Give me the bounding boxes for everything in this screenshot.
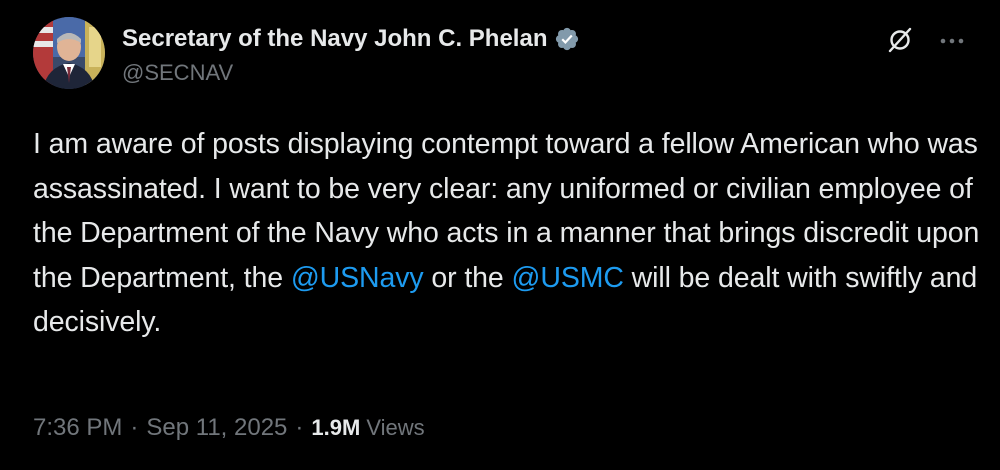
avatar-image bbox=[33, 17, 105, 89]
views-label: Views bbox=[366, 415, 425, 440]
separator: · bbox=[130, 414, 139, 441]
tweet-time[interactable]: 7:36 PM bbox=[33, 414, 122, 442]
avatar[interactable] bbox=[33, 17, 105, 89]
tweet-text-part: or the bbox=[423, 261, 512, 294]
more-icon[interactable] bbox=[936, 26, 968, 54]
author-name-row: Secretary of the Navy John C. Phelan bbox=[122, 22, 580, 56]
author-handle[interactable]: @SECNAV bbox=[122, 60, 233, 86]
tweet-meta: 7:36 PM · Sep 11, 2025 · 1.9M Views bbox=[33, 414, 425, 442]
tweet-text: I am aware of posts displaying contempt … bbox=[33, 122, 983, 345]
mention-usmc[interactable]: @USMC bbox=[512, 262, 624, 294]
mention-usnavy[interactable]: @USNavy bbox=[291, 262, 424, 294]
views-count: 1.9M bbox=[311, 415, 361, 440]
separator: · bbox=[295, 414, 304, 441]
tweet-date[interactable]: Sep 11, 2025 bbox=[146, 414, 287, 442]
verified-badge-icon[interactable] bbox=[554, 26, 580, 52]
grok-icon[interactable] bbox=[886, 26, 914, 54]
author-display-name[interactable]: Secretary of the Navy John C. Phelan bbox=[122, 25, 547, 53]
post: Secretary of the Navy John C. Phelan @SE… bbox=[0, 0, 1000, 470]
